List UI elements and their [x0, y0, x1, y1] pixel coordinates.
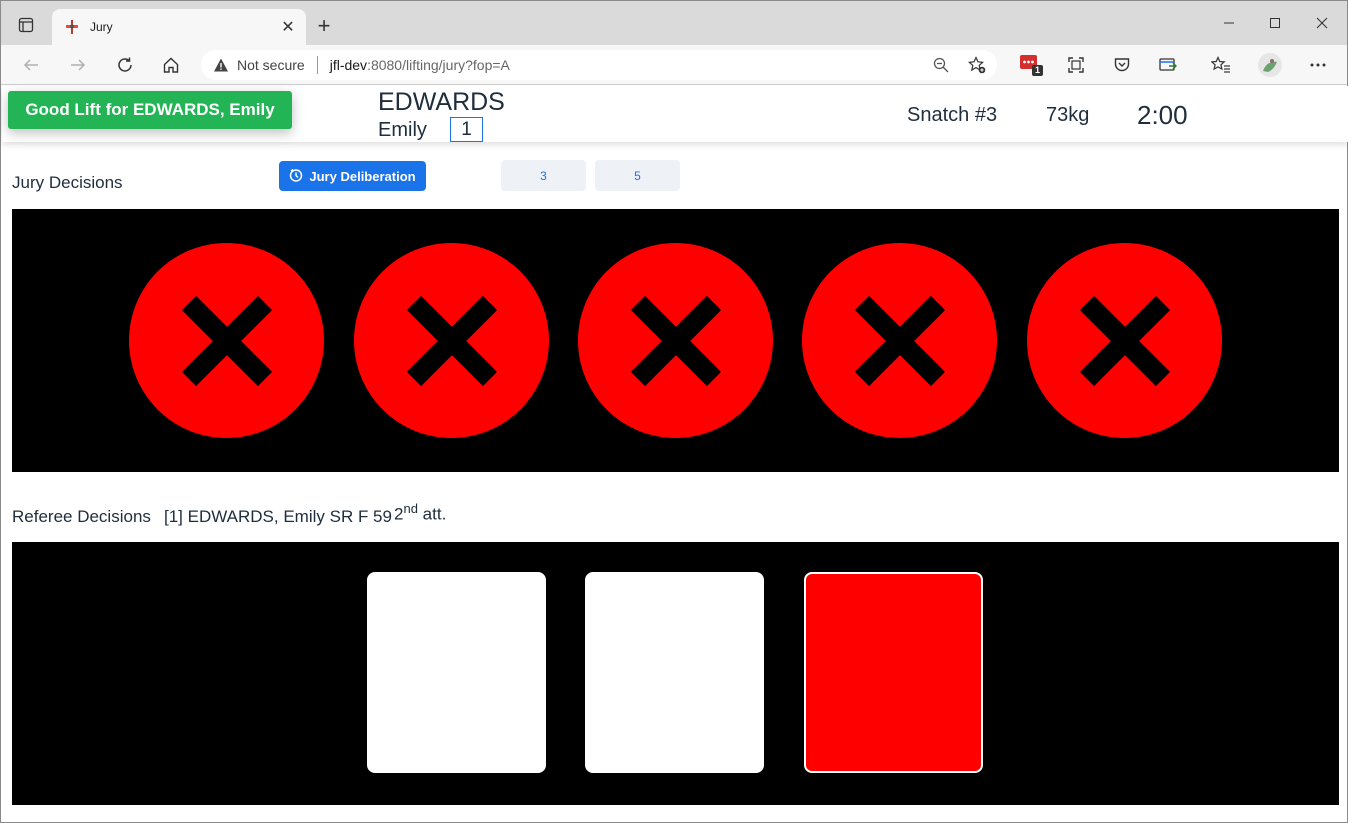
jury-decisions-title: Jury Decisions [12, 173, 123, 192]
jury-size-3-button[interactable]: 3 [501, 160, 586, 191]
x-mark-icon [1079, 295, 1170, 386]
jury-decision-4 [802, 243, 997, 438]
zoom-out-icon[interactable] [929, 53, 953, 77]
app-header: Good Lift for EDWARDS, Emily EDWARDS Emi… [2, 86, 1348, 142]
attempt-number-label: 2nd att. [394, 501, 446, 525]
requested-weight: 73kg [1046, 104, 1090, 126]
home-icon[interactable] [156, 51, 186, 79]
minimize-icon[interactable] [1206, 9, 1252, 37]
good-lift-notification: Good Lift for EDWARDS, Emily [8, 91, 292, 129]
referee-decision-2 [585, 572, 764, 773]
url-path: :8080/lifting/jury?fop=A [367, 57, 510, 73]
attempt-timer: 2:00 [1137, 100, 1188, 130]
address-separator [316, 56, 318, 74]
browser-tab[interactable]: Jury ✕ [52, 9, 306, 45]
x-mark-icon [406, 295, 497, 386]
jury-decision-2 [354, 243, 549, 438]
tab-actions-icon[interactable] [11, 12, 41, 38]
tab-title: Jury [90, 20, 113, 34]
profile-avatar-icon[interactable] [1255, 51, 1285, 79]
attempt-abbrev: att. [422, 504, 447, 524]
referee-decisions-panel [12, 542, 1339, 805]
referee-decisions-title: Referee Decisions [12, 507, 151, 526]
jury-deliberation-button[interactable]: Jury Deliberation [279, 161, 426, 191]
attempt-ordinal-suffix: nd [403, 501, 418, 516]
browser-window: Jury ✕ + Not secure jfl-dev:8080/liftin… [0, 0, 1348, 823]
refresh-icon[interactable] [110, 51, 140, 79]
owlcms-favicon-icon [64, 19, 80, 35]
more-menu-icon[interactable] [1303, 51, 1333, 79]
referee-decision-3 [804, 572, 983, 773]
jury-size-5-button[interactable]: 5 [595, 160, 680, 191]
screenshot-icon[interactable] [1061, 51, 1091, 79]
pocket-icon[interactable] [1107, 51, 1137, 79]
send-tab-icon[interactable] [1153, 51, 1183, 79]
add-favorite-icon[interactable] [965, 53, 989, 77]
x-mark-icon [854, 295, 945, 386]
timer-icon [289, 168, 303, 185]
warning-icon[interactable] [213, 57, 229, 73]
lift-info: Snatch #3 [907, 104, 998, 126]
url-host: jfl-dev [329, 57, 368, 73]
maximize-icon[interactable] [1252, 9, 1298, 37]
jury-decisions-panel [12, 209, 1339, 472]
x-mark-icon [630, 295, 721, 386]
athlete-first-name: Emily [378, 119, 427, 141]
window-close-icon[interactable] [1299, 9, 1345, 37]
start-number-badge: 1 [450, 117, 483, 142]
jury-deliberation-label: Jury Deliberation [309, 168, 416, 184]
jury-decision-5 [1027, 243, 1222, 438]
jury-decision-1 [129, 243, 324, 438]
address-bar[interactable]: Not secure jfl-dev:8080/lifting/jury?fop… [201, 50, 997, 80]
jury-decision-3 [578, 243, 773, 438]
extension-badge-icon[interactable]: 1 [1016, 51, 1046, 79]
tab-strip: Jury ✕ + [1, 1, 1347, 45]
browser-toolbar: Not secure jfl-dev:8080/lifting/jury?fop… [1, 45, 1347, 85]
new-tab-icon[interactable]: + [313, 13, 335, 38]
not-secure-label[interactable]: Not secure [237, 57, 305, 73]
tab-close-icon[interactable]: ✕ [278, 17, 298, 37]
referee-decision-1 [367, 572, 546, 773]
athlete-last-name: EDWARDS [378, 88, 505, 116]
extension-badge-count: 1 [1035, 65, 1041, 75]
favorites-icon[interactable] [1206, 51, 1236, 79]
x-mark-icon [181, 295, 272, 386]
referee-athlete-info: [1] EDWARDS, Emily SR F 59 [164, 507, 392, 526]
forward-icon[interactable] [63, 51, 93, 79]
back-icon[interactable] [16, 51, 46, 79]
